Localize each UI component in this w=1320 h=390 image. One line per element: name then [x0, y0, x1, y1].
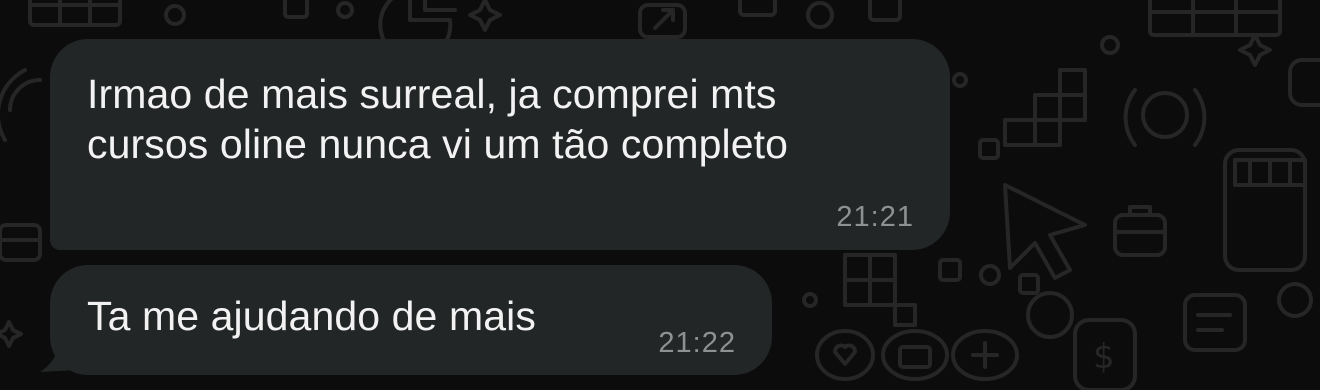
squares-icon — [843, 253, 917, 327]
heart-icon — [815, 329, 875, 381]
wave-doodle — [0, 68, 27, 142]
cursor-arrow-icon — [1003, 183, 1087, 280]
grid-icon — [28, 0, 122, 27]
chat-area[interactable]: $ Irmao de mais surreal, ja comprei mts … — [0, 0, 1320, 390]
message-line: Irmao de mais surreal, ja comprei mts — [87, 71, 777, 117]
wave-doodle — [8, 78, 42, 112]
circle-doodle — [806, 1, 834, 29]
dollar-icon: $ — [1073, 318, 1137, 390]
message-timestamp: 21:22 — [658, 327, 736, 359]
svg-text:$: $ — [1093, 337, 1115, 377]
store-icon — [1223, 148, 1307, 272]
circle-doodle — [979, 264, 1001, 286]
circle-doodle — [952, 72, 968, 88]
message-bubble[interactable]: Ta me ajudando de mais 21:22 — [50, 265, 772, 375]
note-icon — [1183, 293, 1247, 352]
message-text: Ta me ajudando de mais — [87, 293, 536, 339]
sparkle-icon — [1238, 33, 1272, 67]
sparkle-icon — [468, 0, 502, 32]
message-timestamp: 21:21 — [836, 201, 914, 233]
square-doodle — [283, 0, 309, 19]
circle-doodle — [802, 292, 818, 308]
phone-icon — [1123, 88, 1207, 147]
briefcase-icon — [0, 223, 42, 262]
circle-doodle — [336, 1, 354, 19]
sparkle-icon — [0, 320, 23, 348]
grid-icon — [1148, 0, 1282, 37]
arrow-up-icon — [638, 3, 687, 39]
circle-doodle — [164, 4, 186, 26]
square-doodle — [1288, 58, 1320, 107]
square-doodle — [1018, 273, 1040, 295]
briefcase-icon — [1113, 205, 1167, 257]
square-doodle — [738, 0, 777, 17]
squares-icon — [1003, 68, 1087, 147]
circle-doodle — [1026, 291, 1074, 339]
circle-doodle — [1100, 35, 1120, 55]
square-doodle — [868, 0, 902, 22]
message-bubble[interactable]: Irmao de mais surreal, ja comprei mts cu… — [50, 39, 950, 250]
circle-doodle — [1277, 282, 1313, 318]
message-line: cursos oline nunca vi um tão completo — [87, 121, 789, 167]
message-text: Irmao de mais surreal, ja comprei mts cu… — [87, 69, 788, 169]
square-doodle — [938, 258, 962, 282]
square-doodle — [978, 138, 1000, 160]
plus-icon — [951, 329, 1019, 381]
briefcase-icon — [881, 329, 949, 381]
